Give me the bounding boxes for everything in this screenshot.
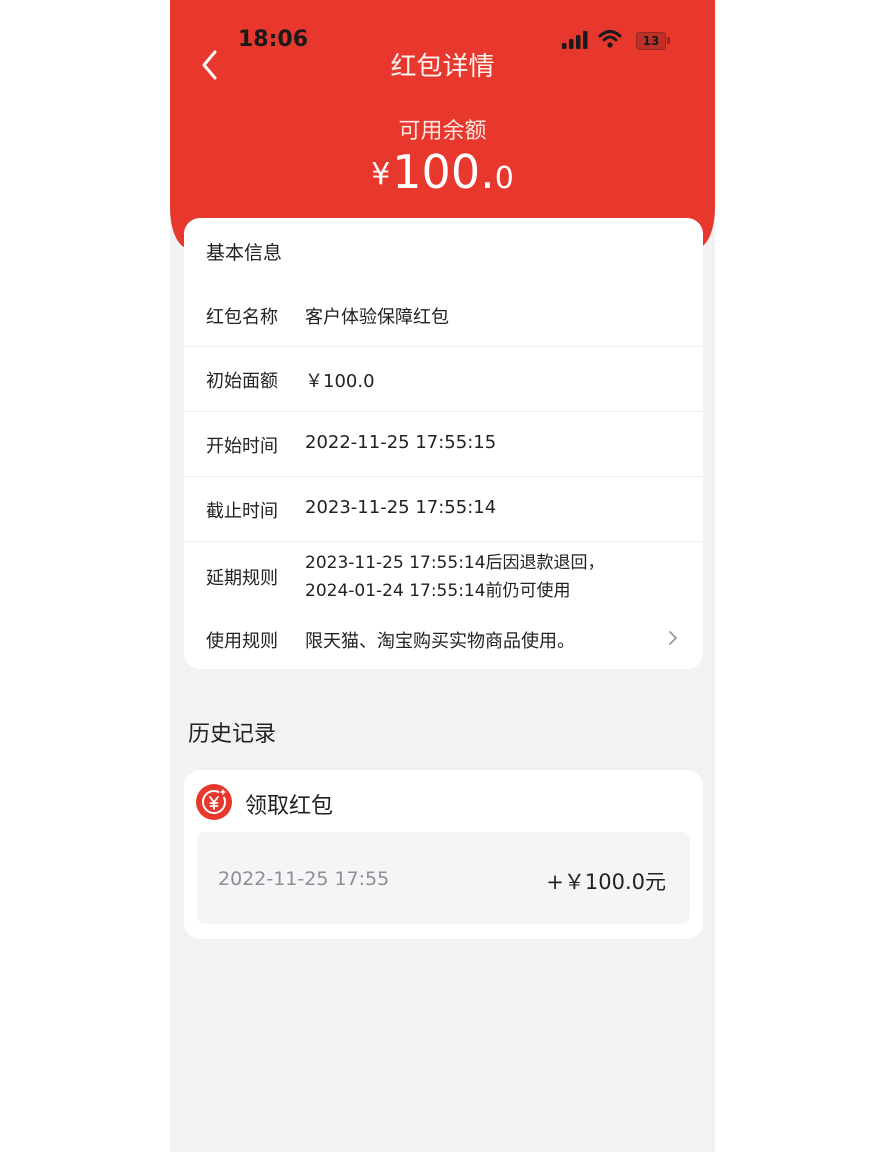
info-row-start-time: 开始时间 2022-11-25 17:55:15: [184, 412, 703, 477]
info-row-usage-rule[interactable]: 使用规则 限天猫、淘宝购买实物商品使用。: [184, 607, 703, 669]
chevron-right-icon[interactable]: [668, 630, 678, 646]
phone-screen: 18:06 13 红包详情 可用余额 ¥100.0 基本信息 红包名称 客户体验…: [170, 0, 715, 1152]
info-row-value: ￥100.0: [305, 371, 375, 392]
balance-amount: ¥100.0: [170, 145, 715, 199]
record-time: 2022-11-25 17:55: [218, 868, 390, 890]
basic-info-card: 基本信息 红包名称 客户体验保障红包 初始面额 ￥100.0 开始时间 2022…: [184, 218, 703, 669]
info-row-label: 使用规则: [206, 631, 278, 652]
info-row-value: 限天猫、淘宝购买实物商品使用。: [305, 631, 575, 652]
info-row-value-line2: 2024-01-24 17:55:14前仍可使用: [305, 581, 571, 601]
info-row-label: 开始时间: [206, 436, 278, 457]
balance-integer: 100.: [392, 145, 495, 199]
info-row-label: 延期规则: [206, 568, 278, 589]
battery-tip: [667, 37, 670, 44]
info-row-value-line1: 2023-11-25 17:55:14后因退款退回，: [305, 553, 605, 573]
info-row-name: 红包名称 客户体验保障红包: [184, 282, 703, 347]
info-row-label: 初始面额: [206, 371, 278, 392]
info-row-label: 红包名称: [206, 307, 278, 328]
history-card: 领取红包 2022-11-25 17:55 +￥100.0元: [184, 770, 703, 939]
page-title: 红包详情: [390, 52, 495, 82]
history-title: 历史记录: [188, 722, 277, 747]
info-row-label: 截止时间: [206, 501, 278, 522]
record-amount: +￥100.0元: [546, 870, 666, 894]
info-row-value: 2023-11-25 17:55:14: [305, 497, 497, 518]
red-packet-coin-icon: [196, 784, 232, 820]
balance-decimal: 0: [494, 161, 514, 196]
basic-info-title: 基本信息: [206, 242, 283, 264]
history-record-type: 领取红包: [245, 794, 334, 819]
info-row-value: 客户体验保障红包: [305, 307, 449, 328]
info-row-value: 2022-11-25 17:55:15: [305, 432, 497, 453]
info-row-face-value: 初始面额 ￥100.0: [184, 347, 703, 412]
info-row-extension-rule: 延期规则 2023-11-25 17:55:14后因退款退回， 2024-01-…: [184, 542, 703, 606]
balance-label: 可用余额: [398, 119, 487, 144]
history-record-row: 2022-11-25 17:55 +￥100.0元: [197, 832, 690, 924]
header: 18:06 13 红包详情 可用余额 ¥100.0: [170, 0, 715, 248]
info-row-end-time: 截止时间 2023-11-25 17:55:14: [184, 477, 703, 542]
balance-currency: ¥: [371, 157, 391, 192]
